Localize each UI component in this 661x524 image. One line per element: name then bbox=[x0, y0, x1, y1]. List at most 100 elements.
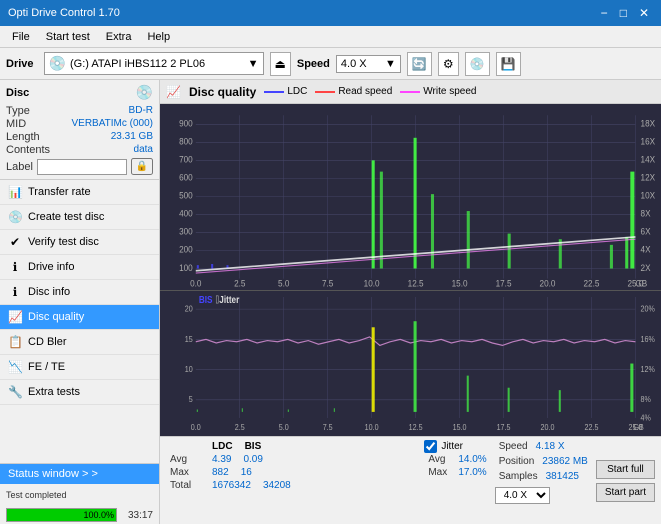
svg-text:GB: GB bbox=[633, 422, 643, 432]
svg-text:15.0: 15.0 bbox=[453, 422, 468, 432]
progress-bar: 100.0% bbox=[6, 508, 117, 522]
disc-label-row: Label 🔒 bbox=[6, 158, 153, 175]
sidebar-item-cd-bler[interactable]: 📋 CD Bler bbox=[0, 330, 159, 355]
label-edit-button[interactable]: 🔒 bbox=[131, 158, 153, 175]
refresh-button[interactable]: 🔄 bbox=[407, 52, 432, 76]
elapsed-time: 33:17 bbox=[121, 510, 153, 521]
samples-value: 381425 bbox=[546, 471, 579, 482]
speed-label: Speed bbox=[297, 58, 330, 70]
svg-text:10: 10 bbox=[185, 364, 194, 374]
jitter-checkbox[interactable] bbox=[424, 440, 437, 453]
legend-write-speed-label: Write speed bbox=[423, 86, 476, 97]
eject-button[interactable]: ⏏ bbox=[270, 52, 291, 76]
svg-text:17.5: 17.5 bbox=[497, 422, 512, 432]
jitter-section: Jitter Avg 14.0% Max 17.0% bbox=[424, 440, 486, 521]
settings-button[interactable]: ⚙ bbox=[438, 52, 459, 76]
disc-button[interactable]: 💿 bbox=[465, 52, 490, 76]
chart-title: Disc quality bbox=[189, 85, 256, 99]
save-button[interactable]: 💾 bbox=[496, 52, 521, 76]
nav-create-test-disc-label: Create test disc bbox=[28, 211, 104, 223]
svg-text:BIS: BIS bbox=[199, 294, 213, 305]
position-value: 23862 MB bbox=[542, 456, 588, 467]
speed-selector-row: 4.0 X 8.0 X 12.0 X bbox=[495, 487, 588, 504]
nav-fe-te-label: FE / TE bbox=[28, 361, 65, 373]
menu-help[interactable]: Help bbox=[139, 29, 178, 45]
legend-read-speed-label: Read speed bbox=[338, 86, 392, 97]
svg-text:100: 100 bbox=[179, 262, 193, 272]
stats-header-row: LDC BIS bbox=[166, 440, 416, 453]
cd-bler-icon: 📋 bbox=[8, 335, 22, 349]
drive-selector[interactable]: 💿 (G:) ATAPI iHBS112 2 PL06 ▼ bbox=[44, 52, 264, 75]
stats-max-ldc: 882 bbox=[206, 466, 235, 479]
disc-length-row: Length 23.31 GB bbox=[6, 131, 153, 143]
svg-text:2X: 2X bbox=[641, 262, 651, 272]
legend-ldc: LDC bbox=[264, 86, 307, 97]
jitter-header-row: Jitter bbox=[424, 440, 486, 453]
samples-label: Samples bbox=[495, 470, 542, 483]
sidebar-item-verify-test-disc[interactable]: ✔ Verify test disc bbox=[0, 230, 159, 255]
speed-label2: Speed bbox=[495, 440, 532, 453]
stats-max-bis: 16 bbox=[235, 466, 258, 479]
drive-bar: Drive 💿 (G:) ATAPI iHBS112 2 PL06 ▼ ⏏ Sp… bbox=[0, 48, 661, 80]
legend-ldc-label: LDC bbox=[287, 86, 307, 97]
menu-file[interactable]: File bbox=[4, 29, 38, 45]
menu-extra[interactable]: Extra bbox=[98, 29, 140, 45]
start-full-button[interactable]: Start full bbox=[596, 460, 655, 479]
svg-text:20%: 20% bbox=[641, 304, 655, 314]
nav-extra-tests-label: Extra tests bbox=[28, 386, 80, 398]
svg-text:GB: GB bbox=[635, 278, 647, 288]
disc-label-label: Label bbox=[6, 161, 33, 173]
speed-dropdown[interactable]: 4.0 X 8.0 X 12.0 X bbox=[495, 487, 550, 504]
menu-start-test[interactable]: Start test bbox=[38, 29, 98, 45]
stats-total-ldc: 1676342 bbox=[206, 479, 257, 492]
svg-text:8X: 8X bbox=[641, 208, 651, 218]
start-part-button[interactable]: Start part bbox=[596, 483, 655, 502]
stats-avg-ldc: 4.39 bbox=[206, 453, 237, 466]
jitter-max-label: Max bbox=[424, 466, 454, 479]
disc-type-label: Type bbox=[6, 105, 30, 117]
stats-table: LDC BIS Avg 4.39 0.09 Max 882 16 Total 1… bbox=[166, 440, 416, 521]
sidebar-bottom: Status window > > Test completed 100.0% … bbox=[0, 463, 159, 524]
charts-container: 900 800 700 600 500 400 300 200 100 18X … bbox=[160, 104, 661, 436]
svg-text:22.5: 22.5 bbox=[585, 422, 600, 432]
disc-label-input[interactable] bbox=[37, 159, 127, 175]
stats-max-label: Max bbox=[166, 466, 206, 479]
svg-text:200: 200 bbox=[179, 244, 193, 254]
position-row: Position 23862 MB bbox=[495, 455, 588, 468]
svg-text:20: 20 bbox=[185, 304, 194, 314]
svg-text:600: 600 bbox=[179, 172, 193, 182]
sidebar-item-fe-te[interactable]: 📉 FE / TE bbox=[0, 355, 159, 380]
svg-text:20.0: 20.0 bbox=[540, 278, 556, 288]
legend-write-speed: Write speed bbox=[400, 86, 476, 97]
nav-verify-test-disc-label: Verify test disc bbox=[28, 236, 99, 248]
speed-selector[interactable]: 4.0 X ▼ bbox=[336, 55, 401, 73]
sidebar-item-disc-quality[interactable]: 📈 Disc quality bbox=[0, 305, 159, 330]
maximize-button[interactable]: □ bbox=[616, 7, 631, 19]
drive-eject-icon: 💿 bbox=[49, 55, 66, 72]
jitter-max-row: Max 17.0% bbox=[424, 466, 486, 479]
disc-contents-label: Contents bbox=[6, 144, 50, 156]
svg-text:5: 5 bbox=[189, 395, 194, 405]
svg-text:14X: 14X bbox=[641, 154, 656, 164]
jitter-avg-value: 14.0% bbox=[458, 454, 486, 465]
status-window-button[interactable]: Status window > > bbox=[0, 464, 159, 484]
stats-avg-row: Avg 4.39 0.09 bbox=[166, 453, 416, 466]
sidebar-item-transfer-rate[interactable]: 📊 Transfer rate bbox=[0, 180, 159, 205]
close-button[interactable]: ✕ bbox=[635, 7, 653, 19]
position-label: Position bbox=[495, 455, 539, 468]
disc-header: Disc 💿 bbox=[6, 84, 153, 101]
sidebar-item-extra-tests[interactable]: 🔧 Extra tests bbox=[0, 380, 159, 405]
stats-total-label: Total bbox=[166, 479, 206, 492]
sidebar-item-disc-info[interactable]: ℹ Disc info bbox=[0, 280, 159, 305]
svg-text:700: 700 bbox=[179, 154, 193, 164]
sidebar-item-create-test-disc[interactable]: 💿 Create test disc bbox=[0, 205, 159, 230]
bottom-chart-svg: 20 15 10 5 20% 16% 12% 8% 4% 0.0 2.5 5.0… bbox=[160, 291, 661, 436]
minimize-button[interactable]: − bbox=[597, 7, 612, 19]
svg-text:17.5: 17.5 bbox=[496, 278, 512, 288]
svg-text:12X: 12X bbox=[641, 172, 656, 182]
drive-info-icon: ℹ bbox=[8, 260, 22, 274]
speed-row: Speed 4.18 X bbox=[495, 440, 588, 453]
sidebar-item-drive-info[interactable]: ℹ Drive info bbox=[0, 255, 159, 280]
svg-text:5.0: 5.0 bbox=[279, 422, 290, 432]
drive-value: (G:) ATAPI iHBS112 2 PL06 bbox=[70, 58, 205, 70]
